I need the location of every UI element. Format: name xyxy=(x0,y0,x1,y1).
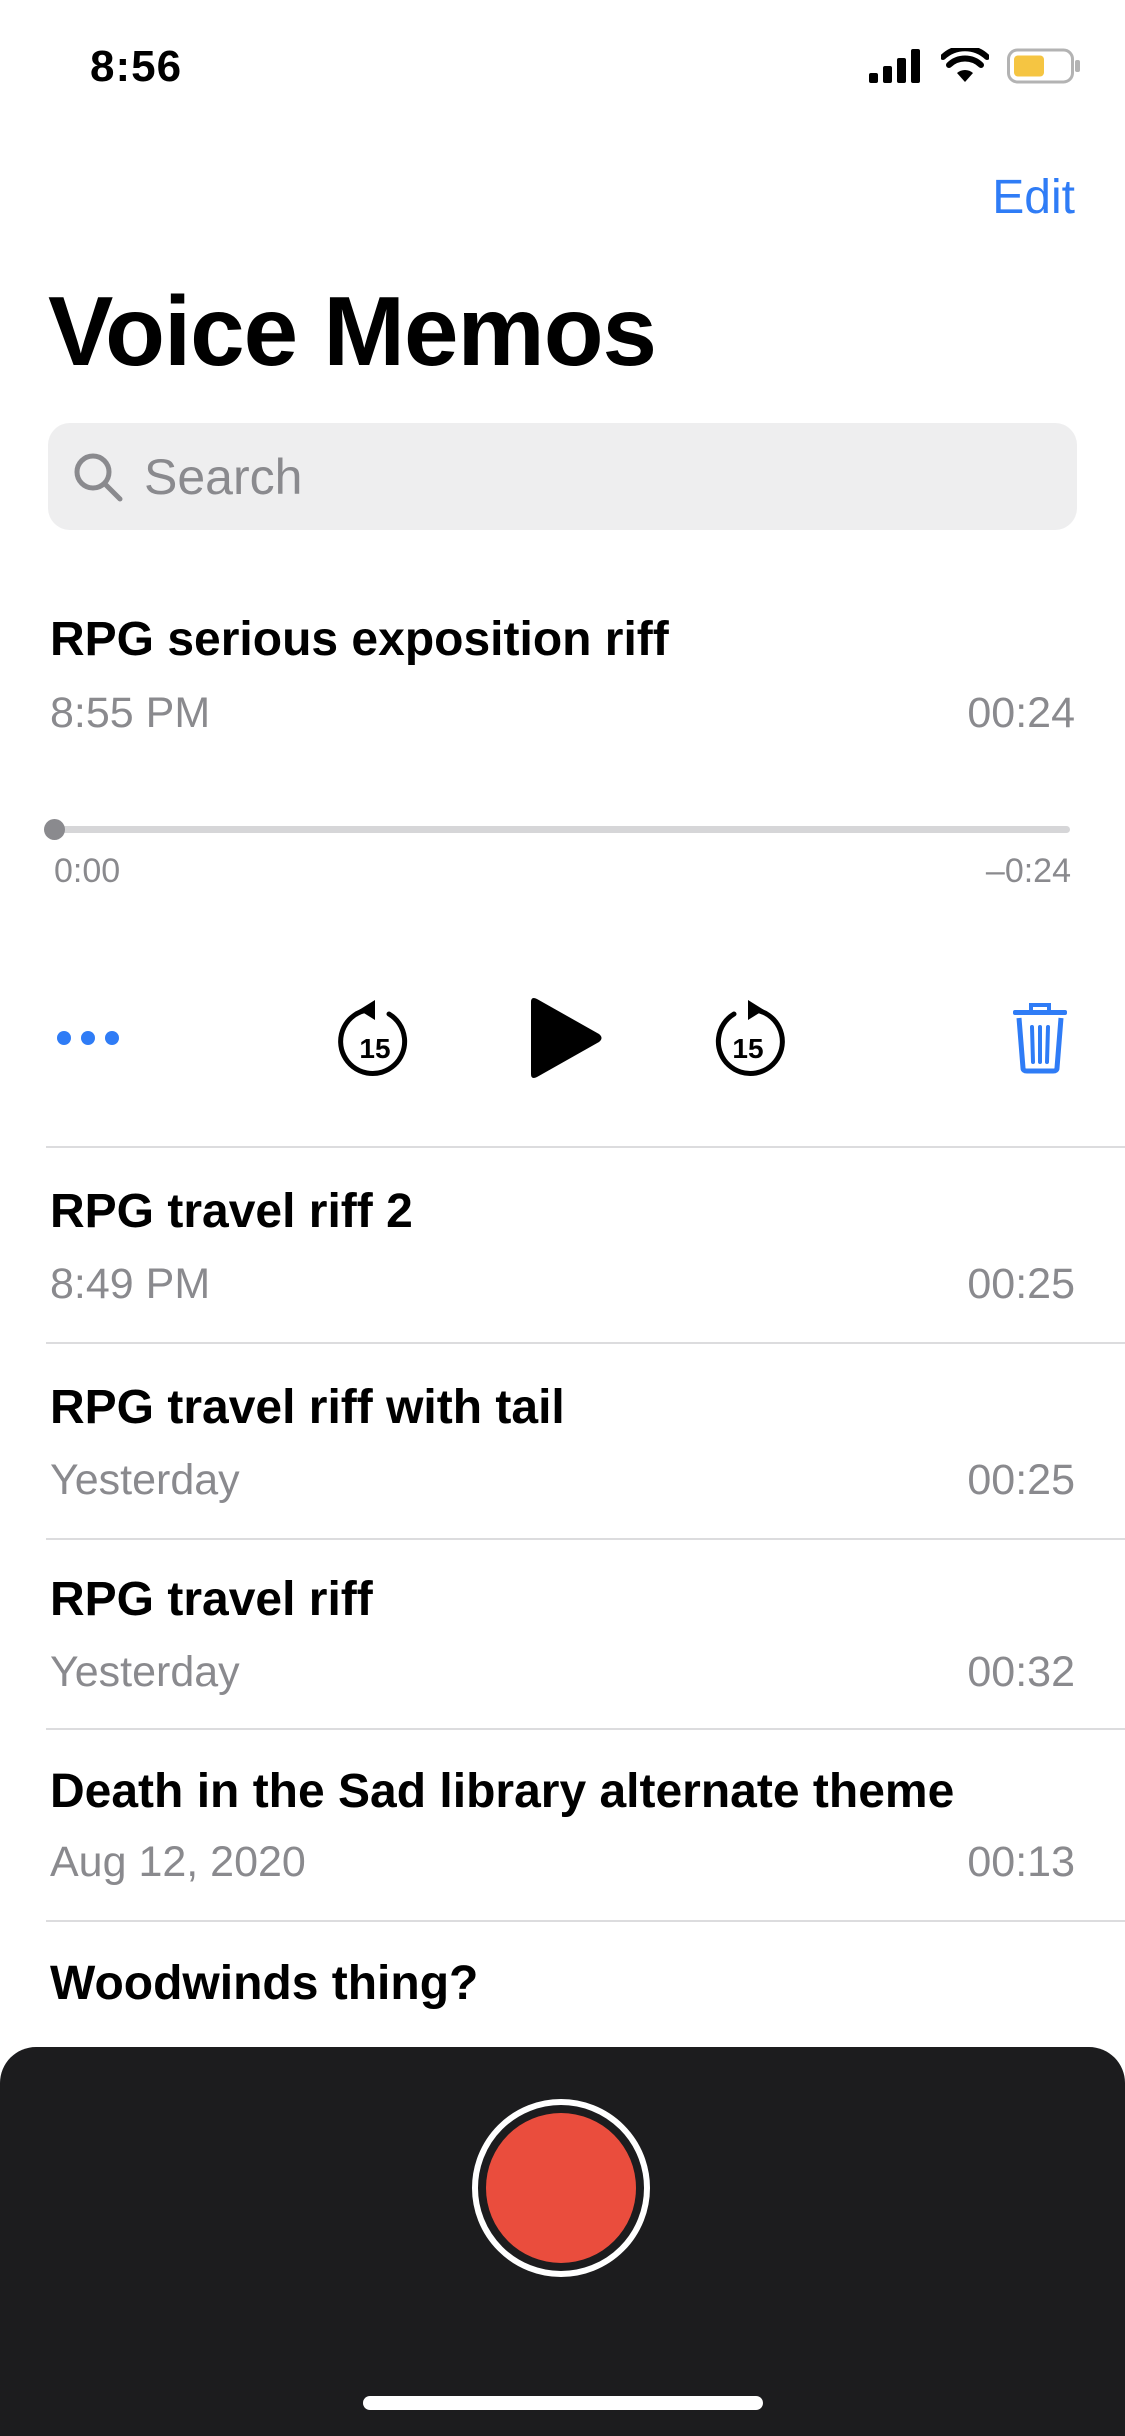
memo-title: RPG travel riff with tail xyxy=(50,1381,565,1434)
divider xyxy=(46,1920,1125,1922)
wifi-icon xyxy=(940,44,990,89)
trash-icon xyxy=(1009,1002,1071,1079)
memo-title: RPG travel riff 2 xyxy=(50,1185,413,1238)
divider xyxy=(46,1342,1125,1344)
search-icon xyxy=(70,449,126,505)
skip-forward-button[interactable]: 15 xyxy=(703,990,793,1090)
memo-title: RPG serious exposition riff xyxy=(50,613,669,666)
memo-date: Yesterday xyxy=(50,1456,240,1504)
more-options-button[interactable] xyxy=(48,1010,128,1070)
memo-duration: 00:25 xyxy=(967,1260,1075,1308)
cellular-signal-icon xyxy=(869,48,923,88)
memo-duration: 00:32 xyxy=(967,1648,1075,1696)
voice-memos-screen: 8:56 Edit Voice Memos Search RPG serious… xyxy=(0,0,1125,2436)
memo-title: Woodwinds thing? xyxy=(50,1957,479,2010)
battery-icon xyxy=(1007,48,1081,89)
delete-button[interactable] xyxy=(1000,995,1080,1085)
search-input[interactable]: Search xyxy=(144,448,302,506)
time-remaining: –0:24 xyxy=(985,852,1071,890)
page-title: Voice Memos xyxy=(48,276,657,386)
memo-title: Death in the Sad library alternate theme xyxy=(50,1765,955,1818)
memo-date: 8:49 PM xyxy=(50,1260,211,1308)
divider xyxy=(46,1728,1125,1730)
more-icon xyxy=(56,1030,120,1051)
skip-back-button[interactable]: 15 xyxy=(330,990,420,1090)
play-icon xyxy=(525,994,605,1087)
skip-back-15-icon: 15 xyxy=(337,996,413,1085)
memo-date: Yesterday xyxy=(50,1648,240,1696)
skip-forward-label: 15 xyxy=(732,1033,763,1064)
memo-duration: 00:13 xyxy=(967,1838,1075,1886)
skip-forward-15-icon: 15 xyxy=(710,996,786,1085)
memo-date: 8:55 PM xyxy=(50,689,211,737)
divider xyxy=(46,1146,1125,1148)
status-icons xyxy=(869,44,1081,89)
record-button[interactable] xyxy=(472,2099,650,2277)
time-elapsed: 0:00 xyxy=(54,852,121,890)
search-bar[interactable]: Search xyxy=(48,423,1077,530)
playback-scrubber[interactable] xyxy=(56,826,1070,833)
memo-date: Aug 12, 2020 xyxy=(50,1838,306,1886)
memo-duration: 00:24 xyxy=(967,689,1075,737)
status-time: 8:56 xyxy=(90,42,183,91)
scrubber-handle[interactable] xyxy=(44,819,65,840)
record-icon xyxy=(486,2113,636,2263)
play-button[interactable] xyxy=(515,985,615,1095)
memo-duration: 00:25 xyxy=(967,1456,1075,1504)
skip-back-label: 15 xyxy=(359,1033,390,1064)
divider xyxy=(46,1538,1125,1540)
home-indicator[interactable] xyxy=(363,2396,763,2410)
edit-button[interactable]: Edit xyxy=(992,170,1075,225)
memo-title: RPG travel riff xyxy=(50,1573,373,1626)
